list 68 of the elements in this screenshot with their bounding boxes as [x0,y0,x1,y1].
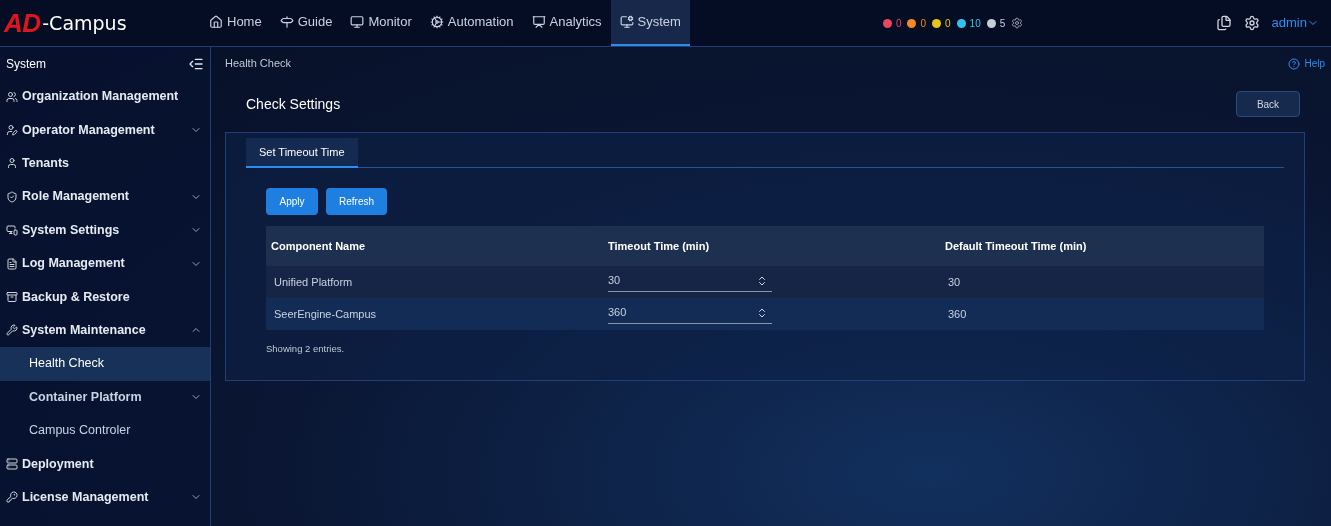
sidebar-item[interactable]: System Settings [0,213,210,247]
table-cell: 360 [940,298,1264,330]
nav-tab[interactable]: Automation [420,0,523,46]
document-icon[interactable] [1215,15,1232,31]
nav-tab[interactable]: Analytics [522,0,611,46]
alarm-count: 0 [920,16,926,31]
menu-item-icon [6,291,18,304]
help-icon [1288,57,1301,70]
menu-item-icon [6,90,18,103]
menu-item-icon [6,491,18,504]
alarm-count: 0 [945,16,951,31]
settings-icon[interactable] [1011,17,1024,29]
column-header: Timeout Time (min) [603,226,940,266]
table-cell: Unified Platform [266,266,603,298]
sidebar-item[interactable]: Organization Management [0,80,210,114]
signpost-icon [279,15,294,29]
alarm-count: 5 [999,16,1006,31]
monitor-icon [350,15,365,29]
sidebar-item[interactable]: Role Management [0,180,210,214]
sidebar-item[interactable]: System Maintenance [0,313,210,348]
alarm-count: 10 [969,16,981,31]
alarm-count: 0 [895,16,902,31]
menu-item-icon [6,190,18,203]
number-input[interactable]: 30 [608,272,772,292]
sidebar-subitem[interactable]: Container Platform [0,380,210,414]
spinner-icon[interactable] [756,306,768,319]
action-button[interactable]: Refresh [326,188,387,215]
menu-item-icon [6,224,18,237]
nav-tab[interactable]: Monitor [341,0,421,46]
menu-item-icon [6,458,18,470]
entries-count: Showing 2 entries. [266,342,346,356]
sidebar-subitem[interactable]: Campus Controler [0,413,210,448]
nav-tab[interactable]: Guide [270,0,342,46]
nav-tab[interactable]: System [610,0,690,46]
logo-text: -Campus [42,10,127,36]
sidebar-item[interactable]: Backup & Restore [0,280,210,314]
nav-tab[interactable]: Home [200,0,271,46]
sidebar-item[interactable]: Tenants [0,146,210,181]
user-menu[interactable]: admin [1271,13,1319,33]
number-input[interactable]: 360 [608,304,772,324]
home-icon [209,15,223,29]
logo-mark: AD [4,6,41,40]
menu-item-icon [6,257,18,270]
menu-item-icon [6,124,18,137]
spinner-icon[interactable] [756,274,768,287]
action-button[interactable]: Apply [266,188,318,215]
table-cell: SeerEngine-Campus [266,298,603,330]
column-header: Component Name [266,226,603,266]
sidebar-item[interactable]: Operator Management [0,113,210,147]
tab[interactable]: Set Timeout Time [246,138,358,168]
column-header: Default Timeout Time (min) [940,226,1264,266]
sidebar-title: System [6,55,46,73]
table-cell: 30 [940,266,1264,298]
page-title: Check Settings [246,94,341,114]
table-row[interactable]: Unified Platform 30 30 [266,266,1264,298]
monitor-gear-icon [619,15,634,29]
sidebar-item[interactable]: License Management [0,480,210,515]
sidebar-item[interactable]: Deployment [0,447,210,481]
table-row[interactable]: SeerEngine-Campus 360 360 [266,298,1264,330]
gear-icon [429,15,444,29]
menu-item-icon [6,157,18,170]
help-link[interactable]: Help [1288,56,1325,71]
menu-item-icon [6,324,18,337]
breadcrumb: Health Check [225,56,292,72]
sidebar-subitem[interactable]: Health Check [0,347,210,381]
back-button[interactable]: Back [1236,91,1300,117]
settings-icon[interactable] [1243,15,1260,31]
sidebar-item[interactable]: Log Management [0,246,210,281]
